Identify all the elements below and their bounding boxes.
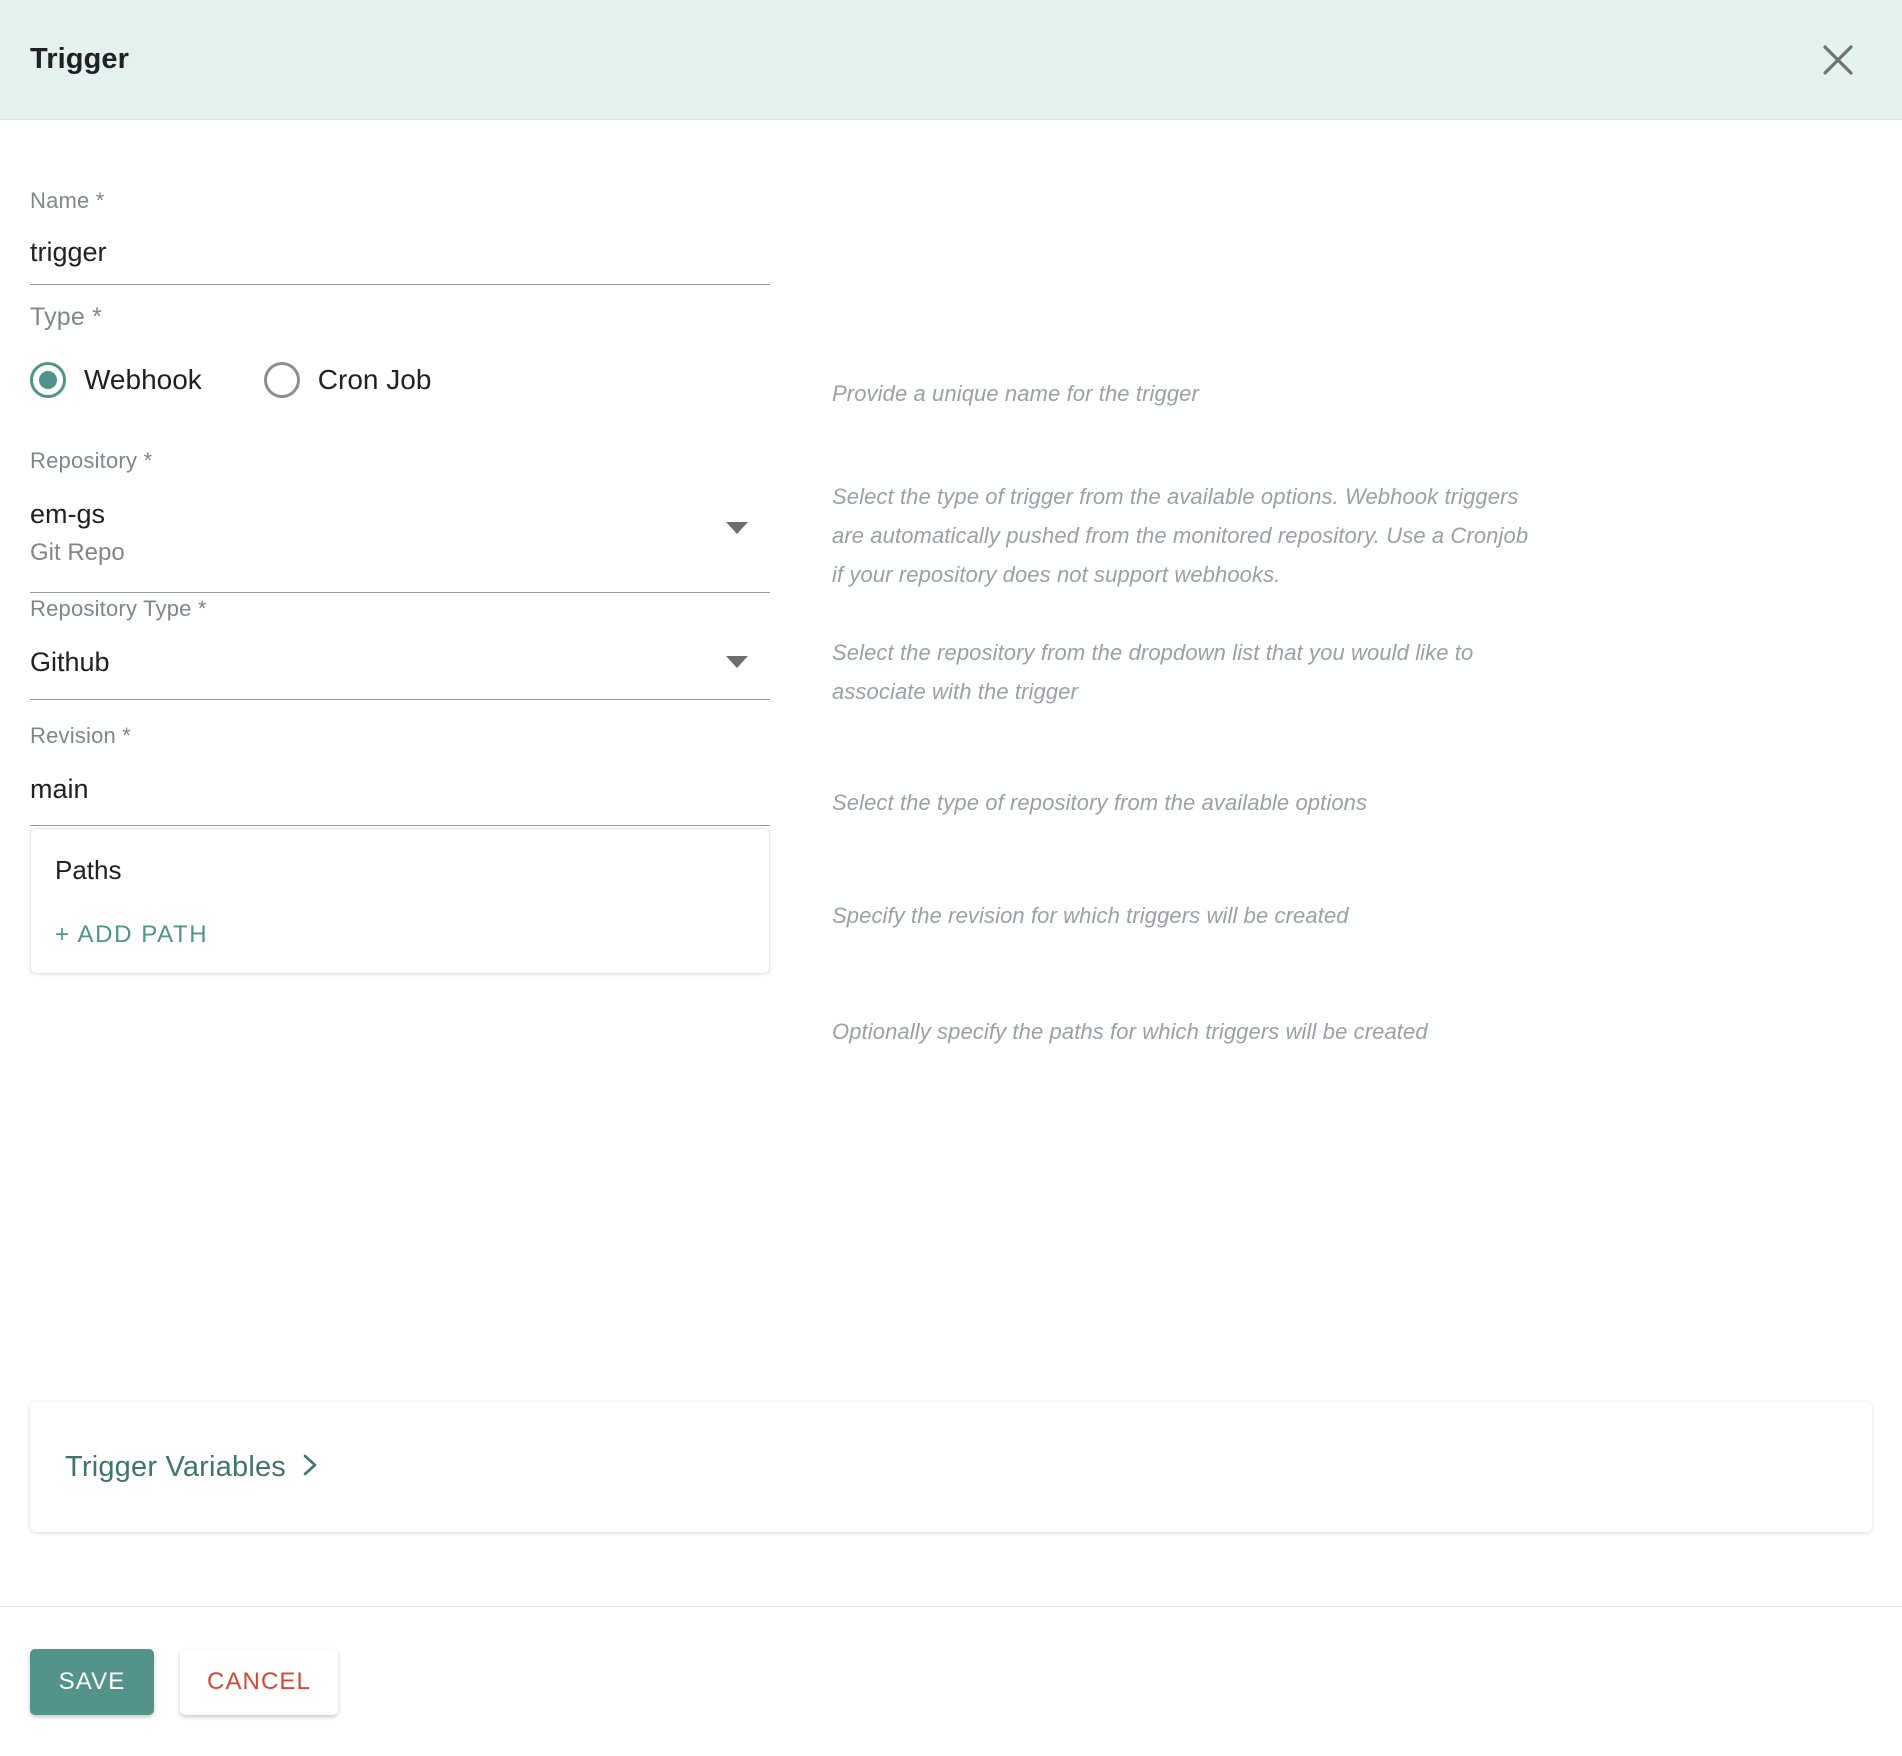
paths-card: Paths + ADD PATH	[30, 828, 770, 974]
page-title: Trigger	[30, 43, 129, 76]
dialog-footer: SAVE CANCEL	[0, 1606, 1902, 1756]
repository-type-value[interactable]: Github	[30, 648, 770, 676]
repository-value[interactable]: em-gs	[30, 500, 770, 528]
field-repository-type: Repository Type * Github	[30, 598, 770, 700]
radio-dot-webhook	[39, 371, 57, 389]
radio-label-cron-job: Cron Job	[318, 364, 432, 396]
field-repository: Repository * em-gs Git Repo	[30, 450, 770, 593]
radio-circle-cron-job	[264, 362, 300, 398]
radio-circle-webhook	[30, 362, 66, 398]
name-input[interactable]: trigger	[30, 238, 770, 266]
type-label: Type *	[30, 305, 431, 330]
field-type: Type * Webhook Cron Job	[30, 305, 431, 398]
revision-help-text: Specify the revision for which triggers …	[832, 896, 1552, 935]
field-revision: Revision * main	[30, 725, 770, 826]
name-underline	[30, 284, 770, 285]
name-help-text: Provide a unique name for the trigger	[832, 374, 1552, 413]
radio-label-webhook: Webhook	[84, 364, 202, 396]
close-icon	[1820, 42, 1856, 78]
chevron-right-icon	[300, 1451, 320, 1484]
add-path-button[interactable]: + ADD PATH	[55, 921, 208, 949]
trigger-variables-label: Trigger Variables	[65, 1451, 286, 1484]
type-help-text: Select the type of trigger from the avai…	[832, 477, 1532, 594]
field-name: Name * trigger	[30, 190, 770, 285]
revision-input[interactable]: main	[30, 775, 770, 803]
radio-option-webhook[interactable]: Webhook	[30, 362, 202, 398]
type-radio-group: Webhook Cron Job	[30, 362, 431, 398]
repository-type-label: Repository Type *	[30, 598, 770, 620]
repository-label: Repository *	[30, 450, 770, 472]
trigger-dialog: Trigger Name * trigger Provide a unique …	[0, 0, 1902, 1756]
repository-type-underline	[30, 699, 770, 700]
cancel-button[interactable]: CANCEL	[180, 1649, 338, 1715]
close-button[interactable]	[1810, 32, 1866, 88]
name-label: Name *	[30, 190, 770, 212]
repository-help-text: Select the repository from the dropdown …	[832, 633, 1552, 711]
revision-label: Revision *	[30, 725, 770, 747]
repository-underline	[30, 592, 770, 593]
paths-title: Paths	[55, 857, 745, 883]
chevron-down-icon[interactable]	[726, 656, 748, 668]
dialog-body: Name * trigger Provide a unique name for…	[0, 120, 1902, 1606]
chevron-down-icon[interactable]	[726, 522, 748, 534]
trigger-variables-panel[interactable]: Trigger Variables	[30, 1402, 1872, 1532]
revision-underline	[30, 825, 770, 826]
dialog-header: Trigger	[0, 0, 1902, 120]
radio-option-cron-job[interactable]: Cron Job	[264, 362, 432, 398]
repository-type-help-text: Select the type of repository from the a…	[832, 783, 1552, 822]
save-button[interactable]: SAVE	[30, 1649, 154, 1715]
repository-subvalue: Git Repo	[30, 540, 770, 565]
paths-help-text: Optionally specify the paths for which t…	[832, 1012, 1552, 1051]
